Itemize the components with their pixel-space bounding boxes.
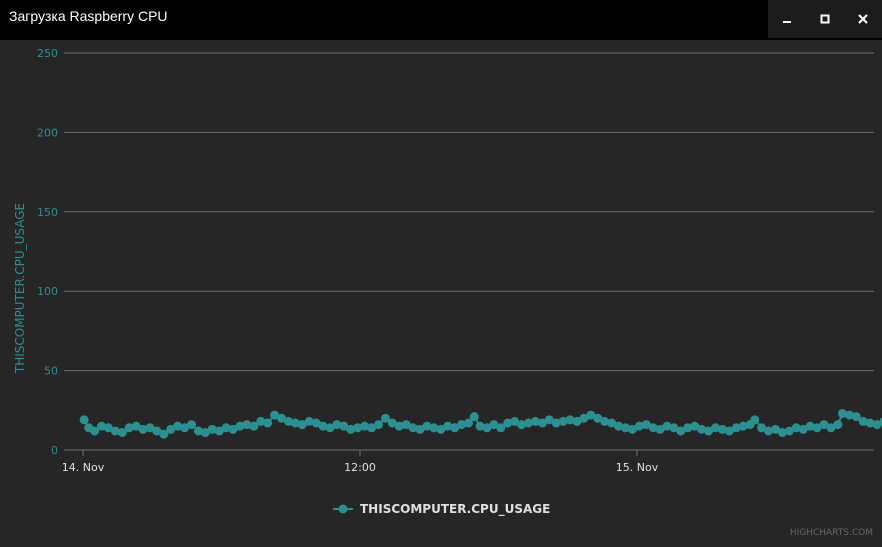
y-tick-label: 150 [37, 206, 58, 219]
window-title: Загрузка Raspberry CPU [9, 8, 168, 24]
y-axis-label: THISCOMPUTER.CPU_USAGE [13, 203, 27, 374]
series-cpu-usage[interactable] [79, 114, 882, 442]
legend-item-cpu-usage[interactable]: THISCOMPUTER.CPU_USAGE [360, 502, 550, 517]
y-tick-label: 200 [37, 126, 58, 139]
window-titlebar: Загрузка Raspberry CPU [0, 0, 882, 40]
close-button[interactable] [844, 0, 882, 38]
maximize-button[interactable] [806, 0, 844, 38]
minimize-button[interactable] [768, 0, 806, 38]
maximize-icon [820, 14, 830, 24]
credits-link[interactable]: HIGHCHARTS.COM [790, 528, 873, 538]
data-point[interactable] [750, 415, 760, 425]
x-tick-label: 15. Nov [616, 461, 659, 474]
y-axis-ticks: 0 50 100 150 200 250 [37, 47, 58, 457]
grid-lines [64, 52, 874, 451]
series-line [83, 412, 882, 436]
data-point[interactable] [79, 415, 89, 425]
y-tick-label: 50 [44, 365, 58, 378]
data-point[interactable] [186, 420, 196, 430]
cpu-usage-chart: 0 50 100 150 200 250 14. Nov 12:00 15. Nov THIS… [13, 47, 882, 538]
x-tick-label: 12:00 [344, 461, 376, 474]
y-tick-label: 100 [37, 285, 58, 298]
close-icon [858, 14, 868, 24]
x-axis-ticks: 14. Nov 12:00 15. Nov [62, 450, 659, 474]
data-point[interactable] [373, 420, 383, 430]
data-point[interactable] [469, 412, 479, 422]
legend[interactable]: THISCOMPUTER.CPU_USAGE [333, 502, 550, 517]
data-point[interactable] [263, 418, 273, 428]
y-tick-label: 250 [37, 47, 58, 60]
y-tick-label: 0 [51, 444, 58, 457]
minimize-icon [783, 21, 791, 23]
legend-marker-icon [338, 504, 348, 514]
window-controls [768, 0, 882, 38]
chart-container: 0 50 100 150 200 250 14. Nov 12:00 15. Nov THIS… [0, 40, 882, 543]
data-point[interactable] [833, 420, 843, 430]
x-tick-label: 14. Nov [62, 461, 105, 474]
